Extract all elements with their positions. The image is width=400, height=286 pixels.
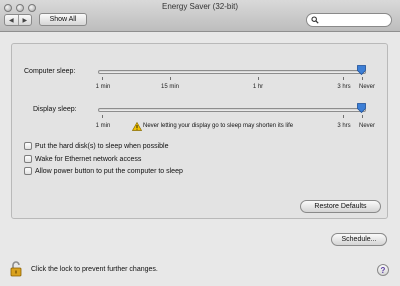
wake-ethernet-option[interactable]: Wake for Ethernet network access <box>24 155 141 163</box>
forward-button[interactable]: ▶ <box>17 15 32 25</box>
tick-label: Never <box>358 84 376 90</box>
restore-defaults-button[interactable]: Restore Defaults <box>300 200 381 213</box>
tick-label: 3 hrs <box>337 123 351 129</box>
help-button[interactable]: ? <box>377 264 389 276</box>
power-button-sleep-option[interactable]: Allow power button to put the computer t… <box>24 167 183 175</box>
forward-arrow-icon: ▶ <box>22 17 28 24</box>
display-sleep-slider-thumb[interactable] <box>357 103 366 113</box>
computer-sleep-slider[interactable] <box>98 70 366 74</box>
help-icon: ? <box>380 265 386 275</box>
wake-ethernet-checkbox[interactable] <box>24 155 32 163</box>
back-arrow-icon: ◀ <box>8 17 14 24</box>
power-button-sleep-checkbox[interactable] <box>24 167 32 175</box>
hard-disk-sleep-checkbox[interactable] <box>24 142 32 150</box>
lock-open-icon[interactable] <box>10 261 24 277</box>
display-sleep-label: Display sleep: <box>33 106 77 113</box>
tick-label: 15 min <box>160 84 180 90</box>
wake-ethernet-label: Wake for Ethernet network access <box>35 155 142 163</box>
search-input[interactable] <box>306 13 392 27</box>
tick-mark <box>102 115 103 118</box>
power-button-sleep-label: Allow power button to put the computer t… <box>35 167 183 175</box>
tick-label: Never <box>358 123 376 129</box>
tick-mark <box>258 77 259 80</box>
tick-mark <box>343 115 344 118</box>
tick-label: 1 hr <box>252 84 264 90</box>
computer-sleep-label: Computer sleep: <box>24 68 76 75</box>
tick-label: 3 hrs <box>337 84 351 90</box>
lock-message: Click the lock to prevent further change… <box>31 266 158 273</box>
energy-saver-window: Energy Saver (32-bit) ◀ ▶ Show All Compu… <box>0 0 400 286</box>
tick-mark <box>362 77 363 80</box>
tick-label: 1 min <box>95 84 111 90</box>
computer-sleep-slider-thumb[interactable] <box>357 65 366 75</box>
hard-disk-sleep-option[interactable]: Put the hard disk(s) to sleep when possi… <box>24 142 168 150</box>
window-toolbar: Energy Saver (32-bit) ◀ ▶ Show All <box>0 0 400 32</box>
hard-disk-sleep-label: Put the hard disk(s) to sleep when possi… <box>35 142 169 150</box>
tick-mark <box>170 77 171 80</box>
display-sleep-warning: Never letting your display go to sleep m… <box>143 123 294 129</box>
window-title: Energy Saver (32-bit) <box>161 2 239 11</box>
tick-mark <box>343 77 344 80</box>
tick-mark <box>362 115 363 118</box>
warning-icon <box>132 122 142 131</box>
schedule-button[interactable]: Schedule... <box>331 233 387 246</box>
back-button[interactable]: ◀ <box>5 15 18 25</box>
tick-mark <box>102 77 103 80</box>
show-all-button[interactable]: Show All <box>39 13 87 26</box>
display-sleep-slider[interactable] <box>98 108 366 112</box>
history-nav: ◀ ▶ <box>4 14 32 26</box>
tick-label: 1 min <box>95 123 111 129</box>
search-icon <box>311 16 319 24</box>
